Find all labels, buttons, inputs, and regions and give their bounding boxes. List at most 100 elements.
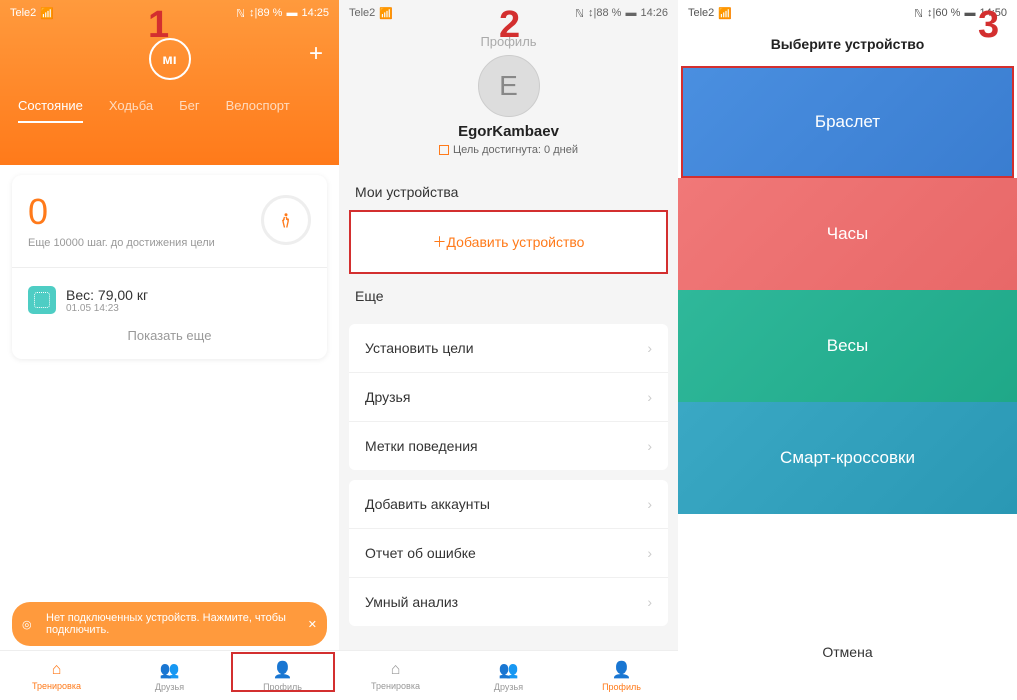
chevron-right-icon: › [647,389,652,405]
list-item-label: Метки поведения [365,438,478,454]
device-tile-shoes[interactable]: Смарт-кроссовки [678,402,1017,514]
list-item-label: Друзья [365,389,410,405]
signal-icon: 📶 [40,7,54,20]
carrier-label: Tele2 [688,7,714,19]
statusbar: Tele2 📶 ℕ ↕|89 % ▬ 14:25 [0,0,339,26]
tile-label: Смарт-кроссовки [780,448,915,468]
avatar[interactable]: E [478,55,540,117]
show-more-button[interactable]: Показать еще [28,328,311,343]
weight-label: Вес: 79,00 кг [66,287,148,303]
friends-icon: 👥 [499,660,519,680]
nfc-icon: ℕ [575,7,584,20]
home-icon: ⌂ [52,661,62,679]
close-icon[interactable]: ✕ [308,618,317,631]
signal-icon: 📶 [379,7,393,20]
device-tile-watch[interactable]: Часы [678,178,1017,290]
device-tile-scale[interactable]: Весы [678,290,1017,402]
settings-list-b: Добавить аккаунты › Отчет об ошибке › Ум… [349,480,668,626]
list-item-behavior[interactable]: Метки поведения › [349,422,668,470]
tab-walk[interactable]: Ходьба [109,98,153,123]
plus-icon: ＋ [433,234,447,250]
walking-person-icon [277,211,295,229]
screen-status: Tele2 📶 ℕ ↕|89 % ▬ 14:25 1 + ᴍı Состояни… [0,0,339,700]
scale-icon [28,286,56,314]
list-item-label: Отчет об ошибке [365,545,476,561]
bottom-nav: ⌂ Тренировка 👥 Друзья 👤 Профиль [339,650,678,700]
list-item-friends[interactable]: Друзья › [349,373,668,422]
tile-label: Весы [827,336,869,356]
steps-card: 0 Еще 10000 шаг. до достижения цели Вес:… [12,175,327,359]
no-device-toast[interactable]: ◎ Нет подключенных устройств. Нажмите, ч… [12,602,327,646]
battery-icon: ▬ [286,7,297,19]
list-item-bugreport[interactable]: Отчет об ошибке › [349,529,668,578]
statusbar: Tele2 📶 ℕ ↕|60 % ▬ 14:50 [678,0,1017,26]
nav-label: Тренировка [32,681,81,691]
tile-label: Часы [827,224,869,244]
weight-date: 01.05 14:23 [66,303,148,314]
nav-label: Тренировка [371,681,420,691]
cancel-button[interactable]: Отмена [678,624,1017,680]
signal-icon: 📶 [718,7,732,20]
device-tile-band[interactable]: Браслет [681,66,1014,178]
nav-friends[interactable]: 👥 Друзья [452,651,565,700]
add-device-label: Добавить устройство [447,234,585,250]
chevron-right-icon: › [647,496,652,512]
tab-run[interactable]: Бег [179,98,200,123]
screen-profile: Tele2 📶 ℕ ↕|88 % ▬ 14:26 2 Профиль E Ego… [339,0,678,700]
nav-friends[interactable]: 👥 Друзья [113,651,226,700]
nav-label: Профиль [602,682,641,692]
toast-text: Нет подключенных устройств. Нажмите, что… [46,612,297,636]
add-icon[interactable]: + [309,40,323,68]
clock-label: 14:25 [301,7,329,19]
battery-label: ↕|89 % [249,7,282,19]
username-label: EgorKambaev [339,123,678,140]
walk-icon [261,195,311,245]
battery-icon: ▬ [625,7,636,19]
tile-label: Браслет [815,112,880,132]
header-gradient: Tele2 📶 ℕ ↕|89 % ▬ 14:25 1 + ᴍı Состояни… [0,0,339,165]
home-icon: ⌂ [391,661,401,679]
tab-bike[interactable]: Велоспорт [226,98,290,123]
goal-row: Цель достигнута: 0 дней [339,144,678,156]
tab-status[interactable]: Состояние [18,98,83,123]
carrier-label: Tele2 [10,7,36,19]
nav-training[interactable]: ⌂ Тренировка [339,651,452,700]
profile-icon: 👤 [612,660,632,680]
list-item-goals[interactable]: Установить цели › [349,324,668,373]
broadcast-icon: ◎ [22,618,32,631]
add-device-button[interactable]: ＋Добавить устройство [349,210,668,274]
nav-label: Друзья [494,682,523,692]
goal-icon [439,145,449,155]
nfc-icon: ℕ [914,7,923,20]
steps-sub: Еще 10000 шаг. до достижения цели [28,237,215,249]
nfc-icon: ℕ [236,7,245,20]
step-number: 1 [148,4,169,47]
devices-header: Мои устройства [339,170,678,210]
nav-profile[interactable]: 👤 Профиль [565,651,678,700]
list-item-smart[interactable]: Умный анализ › [349,578,668,626]
carrier-label: Tele2 [349,7,375,19]
red-highlight-box [231,652,335,692]
nav-label: Друзья [155,682,184,692]
category-tabs: Состояние Ходьба Бег Велоспорт [0,80,339,123]
steps-count: 0 [28,191,215,233]
chevron-right-icon: › [647,438,652,454]
step-number: 3 [978,4,999,47]
step-number: 2 [499,4,520,47]
list-item-label: Установить цели [365,340,474,356]
profile-header: Профиль E EgorKambaev Цель достигнута: 0… [339,26,678,170]
battery-label: ↕|88 % [588,7,621,19]
chevron-right-icon: › [647,545,652,561]
list-item-label: Добавить аккаунты [365,496,490,512]
chevron-right-icon: › [647,594,652,610]
weight-row[interactable]: Вес: 79,00 кг 01.05 14:23 [28,286,311,314]
screen-pick-device: Tele2 📶 ℕ ↕|60 % ▬ 14:50 3 Выберите устр… [678,0,1017,700]
friends-icon: 👥 [160,660,180,680]
page-title: Выберите устройство [678,26,1017,66]
battery-label: ↕|60 % [927,7,960,19]
settings-list-a: Установить цели › Друзья › Метки поведен… [349,324,668,470]
list-item-accounts[interactable]: Добавить аккаунты › [349,480,668,529]
chevron-right-icon: › [647,340,652,356]
nav-training[interactable]: ⌂ Тренировка [0,651,113,700]
battery-icon: ▬ [964,7,975,19]
